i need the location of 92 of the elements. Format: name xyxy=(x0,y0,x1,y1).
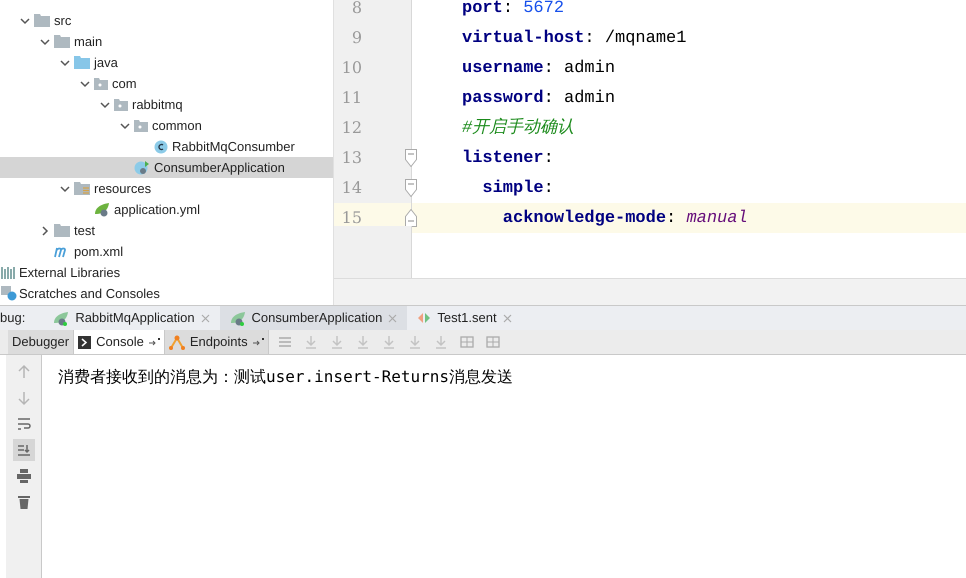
print-icon[interactable] xyxy=(16,468,32,484)
console-icon xyxy=(78,336,92,348)
endpoints-icon xyxy=(168,334,185,350)
code-text: simple: xyxy=(481,180,554,196)
tree-item[interactable]: ConsumberApplication xyxy=(0,157,333,178)
folder-icon xyxy=(54,224,70,237)
tree-item[interactable]: com xyxy=(0,73,333,94)
tree-item[interactable]: test xyxy=(0,220,333,241)
tree-item-label: RabbitMqConsumber xyxy=(172,138,295,156)
tree-item[interactable]: application.yml xyxy=(0,199,333,220)
trash-icon[interactable] xyxy=(16,494,32,510)
tree-item[interactable]: common xyxy=(0,115,333,136)
scroll-to-end-icon[interactable] xyxy=(16,442,32,458)
code-text: acknowledge-mode: manual xyxy=(502,210,748,226)
line-number: 12 xyxy=(340,117,362,139)
code-text: virtual-host: /mqname1 xyxy=(462,30,686,46)
tree-item-label: resources xyxy=(94,180,152,198)
tree-item-label: test xyxy=(74,222,95,240)
debug-sub-tab[interactable]: Console xyxy=(74,330,165,354)
diamond-icon xyxy=(417,312,432,324)
menu-icon[interactable] xyxy=(276,335,293,349)
package-icon xyxy=(114,98,128,110)
fold-icon[interactable] xyxy=(405,179,417,197)
tree-item-label: pom.xml xyxy=(74,242,124,261)
line-number: 15 xyxy=(340,207,362,229)
debug-tab[interactable]: ConsumberApplication xyxy=(220,306,408,330)
console-output-line: 消费者接收到的消息为：测试user.insert-Returns消息发送 xyxy=(58,367,514,386)
close-icon[interactable] xyxy=(200,314,210,322)
up-arrow-icon[interactable] xyxy=(16,364,32,380)
tree-item[interactable]: resources xyxy=(0,178,333,199)
code-text: listener: xyxy=(462,150,554,166)
tree-item-label: rabbitmq xyxy=(132,96,183,114)
fold-icon[interactable] xyxy=(405,209,417,227)
libraries-icon xyxy=(1,266,17,279)
resources-folder-icon xyxy=(74,182,90,195)
scratches-icon xyxy=(1,286,17,301)
tree-item-label: src xyxy=(54,12,72,30)
line-number: 9 xyxy=(350,27,362,49)
pin-icon[interactable] xyxy=(148,338,160,346)
package-icon xyxy=(94,78,108,90)
debug-tab[interactable]: Test1.sent xyxy=(407,306,522,330)
package-icon xyxy=(134,120,148,132)
debug-sub-tab[interactable]: Debugger xyxy=(8,330,74,354)
code-text: #开启手动确认 xyxy=(462,120,574,136)
tree-item[interactable]: rabbitmq xyxy=(0,94,333,115)
class-icon xyxy=(154,140,168,154)
tree-item[interactable]: RabbitMqConsumber xyxy=(0,136,333,157)
chevron-right-icon[interactable] xyxy=(40,226,50,236)
code-text: password: admin xyxy=(462,90,616,106)
code-text: username: admin xyxy=(462,60,616,76)
tree-item-label: java xyxy=(94,54,118,72)
tree-item[interactable]: java xyxy=(0,52,333,73)
tree-item-label: application.yml xyxy=(114,200,200,219)
tree-item-label: ConsumberApplication xyxy=(154,158,285,177)
leaf-icon xyxy=(94,202,110,217)
tree-item[interactable]: main xyxy=(0,31,333,52)
down-arrow-icon[interactable] xyxy=(16,390,32,406)
chevron-down-icon[interactable] xyxy=(120,120,130,130)
chevron-down-icon[interactable] xyxy=(60,58,70,68)
tree-item[interactable]: src xyxy=(0,10,333,31)
folder-icon xyxy=(34,14,50,27)
tree-item[interactable]: Scratches and Consoles xyxy=(0,283,333,304)
line-number: 8 xyxy=(350,0,362,19)
tree-item-label: External Libraries xyxy=(19,264,120,282)
fold-icon[interactable] xyxy=(405,149,417,167)
debug-sub-tab[interactable]: Endpoints xyxy=(164,330,269,354)
debug-tab[interactable]: RabbitMqApplication xyxy=(43,306,220,330)
tree-item-label: Scratches and Consoles xyxy=(19,284,160,303)
leaf-icon xyxy=(230,310,246,326)
pin-icon[interactable] xyxy=(252,338,264,346)
tree-item-label: common xyxy=(152,116,202,135)
tree-item[interactable]: pom.xml xyxy=(0,241,333,262)
spring-class-icon xyxy=(134,160,150,175)
tree-item[interactable]: External Libraries xyxy=(0,262,333,283)
chevron-down-icon[interactable] xyxy=(20,16,30,26)
line-number: 10 xyxy=(340,57,362,79)
chevron-down-icon[interactable] xyxy=(80,78,90,88)
close-icon[interactable] xyxy=(502,314,512,322)
leaf-icon xyxy=(53,310,70,326)
line-number: 11 xyxy=(340,87,362,109)
chevron-down-icon[interactable] xyxy=(40,36,50,46)
line-number: 13 xyxy=(340,147,362,169)
debug-label: bug: xyxy=(0,309,26,328)
chevron-down-icon[interactable] xyxy=(60,184,70,194)
tree-item-label: main xyxy=(74,32,102,51)
tree-item-label: com xyxy=(112,74,137,93)
soft-wrap-icon[interactable] xyxy=(16,416,32,432)
code-text: port: 5672 xyxy=(462,0,564,16)
line-number: 14 xyxy=(340,177,362,199)
folder-icon xyxy=(74,56,90,69)
folder-icon xyxy=(54,35,70,48)
chevron-down-icon[interactable] xyxy=(100,100,110,110)
